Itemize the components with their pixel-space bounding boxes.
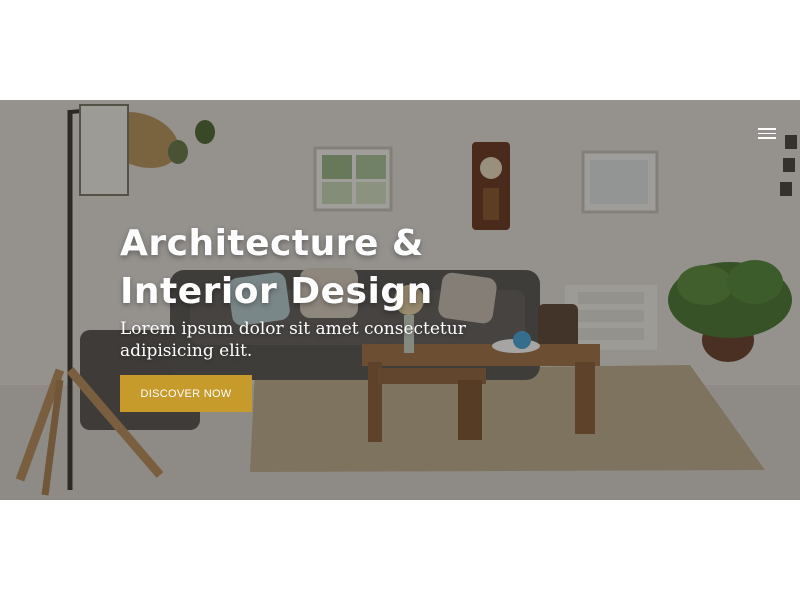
hero-subtitle: Lorem ipsum dolor sit amet consectetur a… xyxy=(120,319,466,361)
hero-title: Architecture & Interior Design xyxy=(120,223,433,312)
hero-content: Architecture & Interior Design Lorem ips… xyxy=(120,220,540,412)
hero-section: Architecture & Interior Design Lorem ips… xyxy=(0,100,800,500)
header-space xyxy=(0,0,800,100)
content-space xyxy=(0,500,800,600)
discover-now-button[interactable]: DISCOVER NOW xyxy=(120,375,252,412)
hamburger-menu-icon[interactable] xyxy=(758,128,776,142)
